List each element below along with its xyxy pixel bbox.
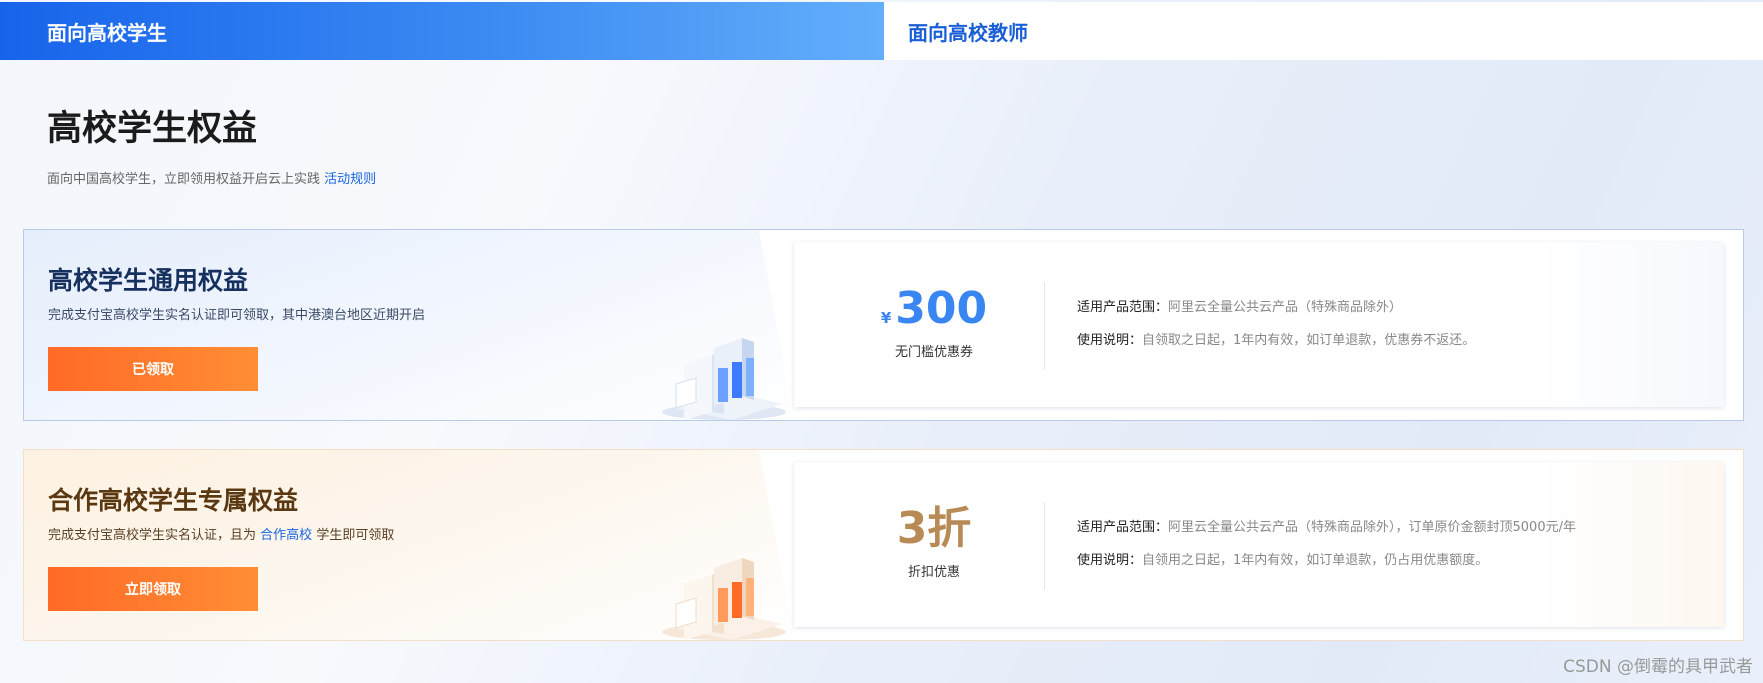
coupon-terms: 适用产品范围：阿里云全量公共云产品（特殊商品除外） 使用说明：自领取之日起，1年…: [1077, 296, 1475, 362]
scope-value: 阿里云全量公共云产品（特殊商品除外），订单原价金额封顶5000元/年: [1168, 520, 1576, 535]
books-illustration-icon: [662, 558, 786, 640]
card-title: 合作高校学生专属权益: [48, 486, 299, 515]
coupon-caption: 无门槛优惠券: [894, 345, 973, 360]
currency-symbol: ¥: [880, 309, 892, 327]
scope-label: 适用产品范围：: [1077, 300, 1169, 315]
page-title: 高校学生权益: [47, 109, 258, 149]
activity-rules-link[interactable]: 活动规则: [324, 172, 376, 187]
books-illustration-icon: [662, 338, 786, 420]
scope-label: 适用产品范围：: [1077, 520, 1169, 535]
watermark: CSDN @倒霉的具甲武者: [1563, 657, 1753, 677]
tab-students[interactable]: 面向高校学生: [0, 2, 884, 60]
scope-line: 适用产品范围：阿里云全量公共云产品（特殊商品除外），订单原价金额封顶5000元/…: [1077, 516, 1576, 549]
coupon-amount: 300: [895, 283, 988, 334]
card-title: 高校学生通用权益: [48, 266, 249, 295]
card-info-panel: 合作高校学生专属权益 完成支付宝高校学生实名认证，且为 合作高校 学生即可领取 …: [24, 450, 794, 640]
subtitle-text: 面向中国高校学生，立即领用权益开启云上实践: [47, 172, 321, 187]
divider: [1044, 502, 1045, 590]
coupon-value: ¥ 300 无门槛优惠券: [854, 283, 1014, 361]
discount-terms: 适用产品范围：阿里云全量公共云产品（特殊商品除外），订单原价金额封顶5000元/…: [1077, 516, 1576, 582]
discount-value: 3折 折扣优惠: [854, 503, 1014, 581]
usage-label: 使用说明：: [1077, 333, 1143, 348]
usage-line: 使用说明：自领用之日起，1年内有效，如订单退款，仍占用优惠额度。: [1077, 549, 1576, 582]
usage-line: 使用说明：自领取之日起，1年内有效，如订单退款，优惠券不返还。: [1077, 329, 1475, 362]
tab-teachers[interactable]: 面向高校教师: [884, 2, 1763, 60]
scope-line: 适用产品范围：阿里云全量公共云产品（特殊商品除外）: [1077, 296, 1475, 329]
scope-value: 阿里云全量公共云产品（特殊商品除外）: [1168, 300, 1403, 315]
coupon-panel: ¥ 300 无门槛优惠券 适用产品范围：阿里云全量公共云产品（特殊商品除外） 使…: [794, 242, 1724, 407]
page-subtitle: 面向中国高校学生，立即领用权益开启云上实践 活动规则: [47, 168, 376, 187]
desc-after: 学生即可领取: [316, 528, 395, 543]
card-description: 完成支付宝高校学生实名认证即可领取，其中港澳台地区近期开启: [48, 308, 426, 323]
claimed-button[interactable]: 已领取: [48, 347, 258, 391]
usage-value: 自领用之日起，1年内有效，如订单退款，仍占用优惠额度。: [1142, 553, 1489, 568]
card-info-panel: 高校学生通用权益 完成支付宝高校学生实名认证即可领取，其中港澳台地区近期开启 已…: [24, 230, 794, 420]
claim-now-button[interactable]: 立即领取: [48, 567, 258, 611]
partner-universities-link[interactable]: 合作高校: [260, 528, 312, 543]
card-description: 完成支付宝高校学生实名认证，且为 合作高校 学生即可领取: [48, 524, 394, 543]
desc-before: 完成支付宝高校学生实名认证，且为: [48, 528, 257, 543]
partner-benefit-card: 合作高校学生专属权益 完成支付宝高校学生实名认证，且为 合作高校 学生即可领取 …: [23, 449, 1744, 641]
discount-amount: 3折: [896, 503, 972, 554]
discount-panel: 3折 折扣优惠 适用产品范围：阿里云全量公共云产品（特殊商品除外），订单原价金额…: [794, 462, 1724, 627]
general-benefit-card: 高校学生通用权益 完成支付宝高校学生实名认证即可领取，其中港澳台地区近期开启 已…: [23, 229, 1744, 421]
divider: [1044, 282, 1045, 370]
discount-caption: 折扣优惠: [907, 565, 960, 580]
usage-value: 自领取之日起，1年内有效，如订单退款，优惠券不返还。: [1142, 333, 1476, 348]
usage-label: 使用说明：: [1077, 553, 1143, 568]
tab-bar: 面向高校学生 面向高校教师: [0, 2, 1763, 60]
